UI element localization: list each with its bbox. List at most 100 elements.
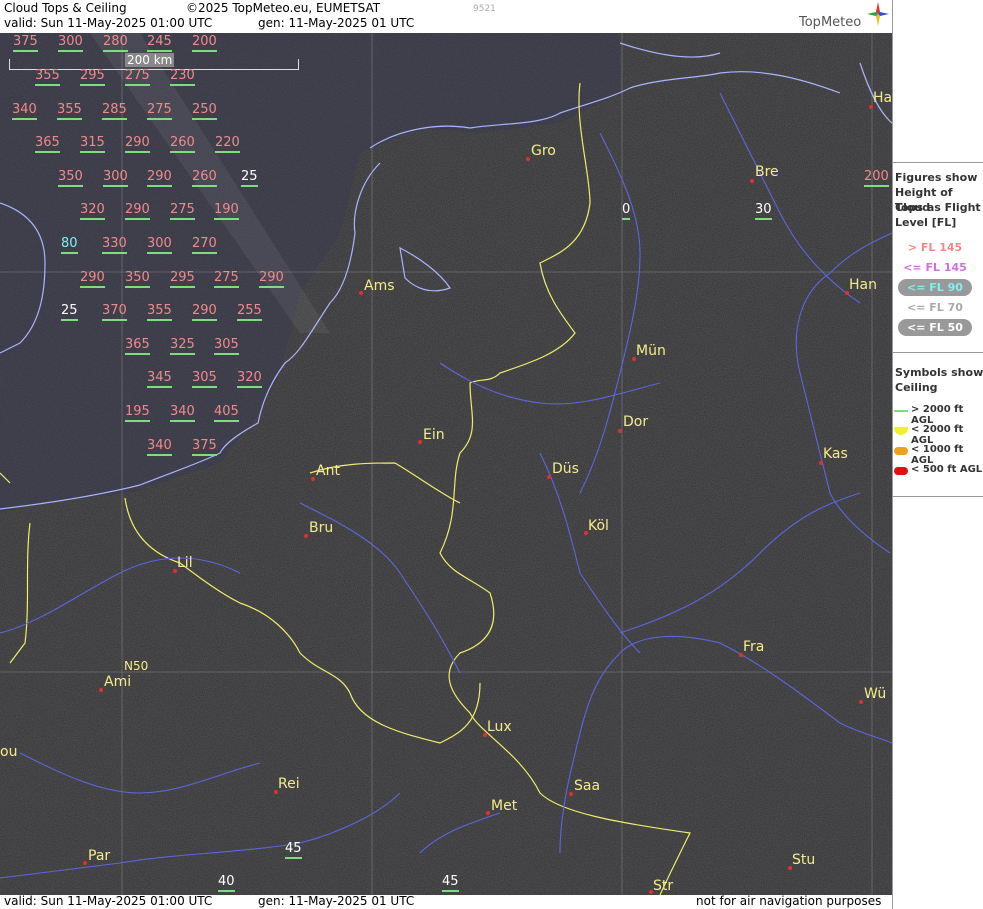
fl-value: 375 xyxy=(192,439,217,456)
fl-value: 280 xyxy=(103,35,128,52)
fl-value: 300 xyxy=(147,237,172,254)
city-label: ou xyxy=(0,744,18,760)
fl-value: 320 xyxy=(237,371,262,388)
legend-symbols-line: Symbols show xyxy=(895,366,983,379)
ceiling-symbol-icon xyxy=(894,447,908,455)
fl-value: 195 xyxy=(125,405,150,422)
fl-value: 315 xyxy=(80,136,105,153)
city-label: Wü xyxy=(864,686,887,702)
fl-value: 80 xyxy=(61,237,78,254)
ceiling-label: > 2000 ft AGL xyxy=(911,404,964,426)
fl-value: 330 xyxy=(102,237,127,254)
fl-value: 290 xyxy=(125,136,150,153)
city-dot xyxy=(618,429,622,433)
fl-value: 255 xyxy=(237,304,262,321)
fl-value: 345 xyxy=(147,371,172,388)
city-dot xyxy=(418,440,422,444)
legend-divider xyxy=(893,496,983,497)
fl-value: 275 xyxy=(125,69,150,86)
fl-value: 350 xyxy=(125,271,150,288)
city-label: Dor xyxy=(623,414,649,430)
city-label: Bru xyxy=(309,520,334,536)
city-label: Ams xyxy=(364,278,395,294)
ceiling-symbol-icon xyxy=(894,467,908,475)
city-dot xyxy=(99,688,103,692)
fl-value: 290 xyxy=(259,271,284,288)
fl-value: 295 xyxy=(80,69,105,86)
fl-value: 230 xyxy=(170,69,195,86)
fl-value: 190 xyxy=(214,203,239,220)
city-label: Lil xyxy=(177,555,193,571)
fl-value: 295 xyxy=(170,271,195,288)
city-dot xyxy=(750,179,754,183)
legend-symbols-line: Ceiling xyxy=(895,381,938,394)
map-footer: valid: Sun 11-May-2025 01:00 UTC gen: 11… xyxy=(0,894,892,909)
fl-value: 275 xyxy=(147,103,172,120)
fl-value: 290 xyxy=(80,271,105,288)
fl-value: 45 xyxy=(285,842,302,859)
fl-value: 260 xyxy=(192,170,217,187)
satellite-map[interactable]: 200 km N50 375 300 280 245 200 355 295 2… xyxy=(0,33,892,895)
footer-valid-time: valid: Sun 11-May-2025 01:00 UTC xyxy=(4,894,213,908)
fl-value: 200 xyxy=(192,35,217,52)
fl-value: 320 xyxy=(80,203,105,220)
city-dot xyxy=(83,861,87,865)
fl-value: 290 xyxy=(192,304,217,321)
fl-value: 220 xyxy=(215,136,240,153)
fl-value: 0 xyxy=(622,203,631,220)
city-label: Bre xyxy=(755,164,779,180)
legend-figures-line: Figures show xyxy=(895,171,978,184)
image-code: 9521 xyxy=(473,4,496,14)
fl-value: 270 xyxy=(192,237,217,254)
fl-value: 350 xyxy=(58,170,83,187)
fl-value: 355 xyxy=(57,103,82,120)
fl-value: 375 xyxy=(13,35,38,52)
fl-value: 25 xyxy=(241,170,258,187)
fl-value: 355 xyxy=(147,304,172,321)
map-geography xyxy=(0,33,892,895)
legend-divider xyxy=(893,162,983,163)
fl-value: 340 xyxy=(12,103,37,120)
fl-value: 370 xyxy=(102,304,127,321)
legend-fl-item: > FL 145 xyxy=(907,241,963,254)
city-label: Lux xyxy=(487,719,512,735)
legend-figures-line: Tops as Flight xyxy=(895,201,981,214)
fl-value: 340 xyxy=(170,405,195,422)
legend-panel: Figures show Height of Cloud Tops as Fli… xyxy=(892,0,983,909)
fl-value: 305 xyxy=(192,371,217,388)
fl-value: 260 xyxy=(170,136,195,153)
city-label: Köl xyxy=(588,518,609,534)
ceiling-symbol-icon xyxy=(894,410,908,412)
fl-value: 275 xyxy=(214,271,239,288)
city-dot xyxy=(569,792,573,796)
city-label: Düs xyxy=(552,461,579,477)
legend-figures-line: Level [FL] xyxy=(895,216,957,229)
city-dot xyxy=(359,291,363,295)
fl-value: 290 xyxy=(147,170,172,187)
fl-value: 245 xyxy=(147,35,172,52)
fl-value: 275 xyxy=(170,203,195,220)
city-label: Kas xyxy=(823,446,848,462)
city-dot xyxy=(859,700,863,704)
ceiling-symbol-icon xyxy=(894,427,908,435)
city-label: Str xyxy=(653,878,674,894)
fl-value: 325 xyxy=(170,338,195,355)
city-label: Mün xyxy=(636,343,666,359)
city-dot xyxy=(486,811,490,815)
fl-value: 300 xyxy=(58,35,83,52)
fl-value: 355 xyxy=(35,69,60,86)
city-label: Ami xyxy=(104,674,132,690)
scale-label: 200 km xyxy=(125,53,175,67)
city-label: Han xyxy=(849,277,877,293)
brand-logo-text: TopMeteo xyxy=(799,15,862,30)
fl-value: 340 xyxy=(147,439,172,456)
legend-fl-item: <= FL 90 xyxy=(898,279,972,296)
legend-fl-item: <= FL 145 xyxy=(903,261,967,274)
fl-value: 365 xyxy=(35,136,60,153)
map-header: Cloud Tops & Ceiling ©2025 TopMeteo.eu, … xyxy=(0,0,892,33)
city-dot xyxy=(311,477,315,481)
footer-generated-time: gen: 11-May-2025 01 UTC xyxy=(258,894,415,908)
ceiling-label: < 1000 ft AGL xyxy=(911,444,964,466)
city-label: Par xyxy=(88,848,111,864)
fl-value: 365 xyxy=(125,338,150,355)
